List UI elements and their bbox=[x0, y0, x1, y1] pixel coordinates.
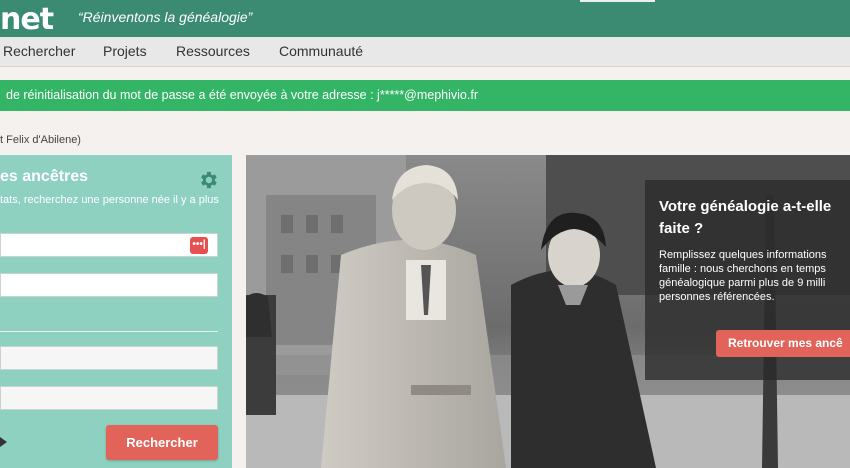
ancestor-search-panel: es ancêtres tats, recherchez une personn… bbox=[0, 155, 232, 468]
nav-item-rechercher[interactable]: Rechercher bbox=[3, 43, 75, 59]
header-tab-accent bbox=[580, 0, 655, 2]
site-header: net “Réinventons la généalogie” bbox=[0, 0, 850, 37]
success-alert: de réinitialisation du mot de passe a ét… bbox=[0, 80, 850, 111]
main-nav: Rechercher Projets Ressources Communauté bbox=[0, 37, 850, 67]
gear-icon[interactable] bbox=[197, 169, 219, 191]
nav-item-communaute[interactable]: Communauté bbox=[279, 43, 363, 59]
firstname-input[interactable] bbox=[0, 273, 218, 297]
breadcrumb: t Felix d'Abilene) bbox=[0, 134, 81, 146]
play-icon[interactable] bbox=[0, 437, 7, 447]
panel-title: es ancêtres bbox=[0, 168, 89, 185]
date-from-input[interactable] bbox=[0, 346, 218, 370]
panel-subtitle: tats, recherchez une personne née il y a… bbox=[0, 194, 219, 206]
nav-item-ressources[interactable]: Ressources bbox=[176, 43, 250, 59]
panel-divider bbox=[0, 331, 218, 332]
hero-title: Votre généalogie a-t-elle faite ? bbox=[659, 198, 832, 237]
place-input[interactable] bbox=[0, 386, 218, 410]
search-button[interactable]: Rechercher bbox=[106, 425, 218, 460]
keyboard-icon[interactable]: •••| bbox=[190, 237, 208, 254]
tagline: “Réinventons la généalogie” bbox=[78, 9, 253, 25]
find-ancestors-button[interactable]: Retrouver mes ancê bbox=[716, 330, 850, 357]
nav-item-projets[interactable]: Projets bbox=[103, 43, 147, 59]
site-logo[interactable]: net bbox=[0, 2, 54, 37]
name-input[interactable] bbox=[0, 233, 218, 257]
hero-text: Remplissez quelques informations famille… bbox=[659, 249, 827, 303]
